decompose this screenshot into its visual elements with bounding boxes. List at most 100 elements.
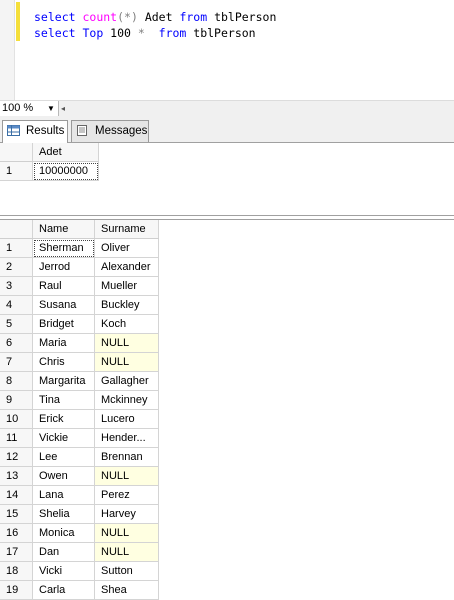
column-header-adet[interactable]: Adet <box>32 143 99 162</box>
row-number[interactable]: 17 <box>0 542 33 562</box>
table-row[interactable]: 18 Vicki Sutton <box>0 561 159 581</box>
cell-surname[interactable]: Mueller <box>94 276 159 296</box>
messages-icon <box>77 125 87 136</box>
scroll-left-icon[interactable]: ◂ <box>61 101 65 116</box>
cell-surname[interactable]: Oliver <box>94 238 159 258</box>
zoom-dropdown[interactable]: 100 % ▼ <box>0 101 59 116</box>
row-number[interactable]: 16 <box>0 523 33 543</box>
cell-surname[interactable]: NULL <box>94 352 159 372</box>
column-header-surname[interactable]: Surname <box>94 220 159 239</box>
cell-surname[interactable]: Gallagher <box>94 371 159 391</box>
cell-name[interactable]: Lee <box>32 447 95 467</box>
corner-cell[interactable] <box>0 220 33 239</box>
cell-surname[interactable]: Buckley <box>94 295 159 315</box>
table-row[interactable]: 10 Erick Lucero <box>0 409 159 429</box>
cell-name[interactable]: Tina <box>32 390 95 410</box>
keyword: select <box>34 10 76 24</box>
cell-surname[interactable]: Mckinney <box>94 390 159 410</box>
table-row[interactable]: 2 Jerrod Alexander <box>0 257 159 277</box>
cell-name[interactable]: Owen <box>32 466 95 486</box>
table-row[interactable]: 7 Chris NULL <box>0 352 159 372</box>
cell-name[interactable]: Margarita <box>32 371 95 391</box>
row-number[interactable]: 18 <box>0 561 33 581</box>
row-number[interactable]: 12 <box>0 447 33 467</box>
row-number[interactable]: 6 <box>0 333 33 353</box>
cell-name[interactable]: Jerrod <box>32 257 95 277</box>
column-header-name[interactable]: Name <box>32 220 95 239</box>
cell-name[interactable]: Dan <box>32 542 95 562</box>
table-row[interactable]: 3 Raul Mueller <box>0 276 159 296</box>
result-grid-1[interactable]: Adet 1 10000000 <box>0 143 454 216</box>
row-number[interactable]: 3 <box>0 276 33 296</box>
row-number[interactable]: 1 <box>0 238 33 258</box>
cell-name[interactable]: Chris <box>32 352 95 372</box>
table-row[interactable]: 9 Tina Mckinney <box>0 390 159 410</box>
row-number[interactable]: 14 <box>0 485 33 505</box>
row-number[interactable]: 4 <box>0 295 33 315</box>
query-editor[interactable]: select count(*) Adet from tblPerson sele… <box>0 0 454 100</box>
cell-name[interactable]: Bridget <box>32 314 95 334</box>
table-row[interactable]: 1 10000000 <box>0 161 99 181</box>
cell-surname[interactable]: NULL <box>94 466 159 486</box>
cell-surname[interactable]: Alexander <box>94 257 159 277</box>
corner-cell[interactable] <box>0 143 33 162</box>
cell-adet[interactable]: 10000000 <box>32 161 99 181</box>
table-row[interactable]: 16 Monica NULL <box>0 523 159 543</box>
cell-surname[interactable]: NULL <box>94 542 159 562</box>
row-number[interactable]: 2 <box>0 257 33 277</box>
row-number[interactable]: 1 <box>0 161 33 181</box>
chevron-down-icon[interactable]: ▼ <box>47 101 55 116</box>
change-marker <box>16 2 20 41</box>
cell-surname[interactable]: Harvey <box>94 504 159 524</box>
cell-surname[interactable]: NULL <box>94 333 159 353</box>
row-number[interactable]: 5 <box>0 314 33 334</box>
identifier: Adet <box>137 10 180 24</box>
tab-results[interactable]: Results <box>2 120 68 143</box>
row-number[interactable]: 7 <box>0 352 33 372</box>
table-row[interactable]: 11 Vickie Hender... <box>0 428 159 448</box>
cell-name[interactable]: Vicki <box>32 561 95 581</box>
table-row[interactable]: 13 Owen NULL <box>0 466 159 486</box>
number-literal: 100 <box>110 26 138 40</box>
cell-name[interactable]: Lana <box>32 485 95 505</box>
cell-name[interactable]: Raul <box>32 276 95 296</box>
cell-name[interactable]: Erick <box>32 409 95 429</box>
cell-surname[interactable]: NULL <box>94 523 159 543</box>
table-row[interactable]: 15 Shelia Harvey <box>0 504 159 524</box>
table-row[interactable]: 14 Lana Perez <box>0 485 159 505</box>
tab-messages[interactable]: Messages <box>71 120 149 142</box>
cell-surname[interactable]: Perez <box>94 485 159 505</box>
row-number[interactable]: 11 <box>0 428 33 448</box>
cell-surname[interactable]: Hender... <box>94 428 159 448</box>
row-number[interactable]: 10 <box>0 409 33 429</box>
table-row[interactable]: 12 Lee Brennan <box>0 447 159 467</box>
identifier: tblPerson <box>207 10 277 24</box>
table-row[interactable]: 8 Margarita Gallagher <box>0 371 159 391</box>
table-row[interactable]: 4 Susana Buckley <box>0 295 159 315</box>
cell-name[interactable]: Susana <box>32 295 95 315</box>
code-line-2[interactable]: select Top 100 * from tblPerson <box>34 26 256 41</box>
cell-name[interactable]: Maria <box>32 333 95 353</box>
operator: * <box>137 26 145 40</box>
row-number[interactable]: 9 <box>0 390 33 410</box>
cell-name[interactable]: Shelia <box>32 504 95 524</box>
cell-surname[interactable]: Lucero <box>94 409 159 429</box>
header-row: Name Surname <box>0 220 159 239</box>
table-row[interactable]: 17 Dan NULL <box>0 542 159 562</box>
cell-name[interactable]: Vickie <box>32 428 95 448</box>
editor-gutter <box>0 0 15 100</box>
cell-name[interactable]: Monica <box>32 523 95 543</box>
code-line-1[interactable]: select count(*) Adet from tblPerson <box>34 10 276 25</box>
row-number[interactable]: 15 <box>0 504 33 524</box>
cell-surname[interactable]: Koch <box>94 314 159 334</box>
row-number[interactable]: 13 <box>0 466 33 486</box>
table-row[interactable]: 6 Maria NULL <box>0 333 159 353</box>
result-grid-2[interactable]: Name Surname 1 Sherman Oliver 2 Jerrod Alexan… <box>0 219 454 600</box>
table-row[interactable]: 1 Sherman Oliver <box>0 238 159 258</box>
cell-surname[interactable]: Brennan <box>94 447 159 467</box>
cell-surname[interactable]: Sutton <box>94 561 159 581</box>
row-number[interactable]: 8 <box>0 371 33 391</box>
table-row[interactable]: 5 Bridget Koch <box>0 314 159 334</box>
zoom-bar: 100 % ▼ ◂ <box>0 100 454 118</box>
cell-name[interactable]: Sherman <box>32 238 95 258</box>
